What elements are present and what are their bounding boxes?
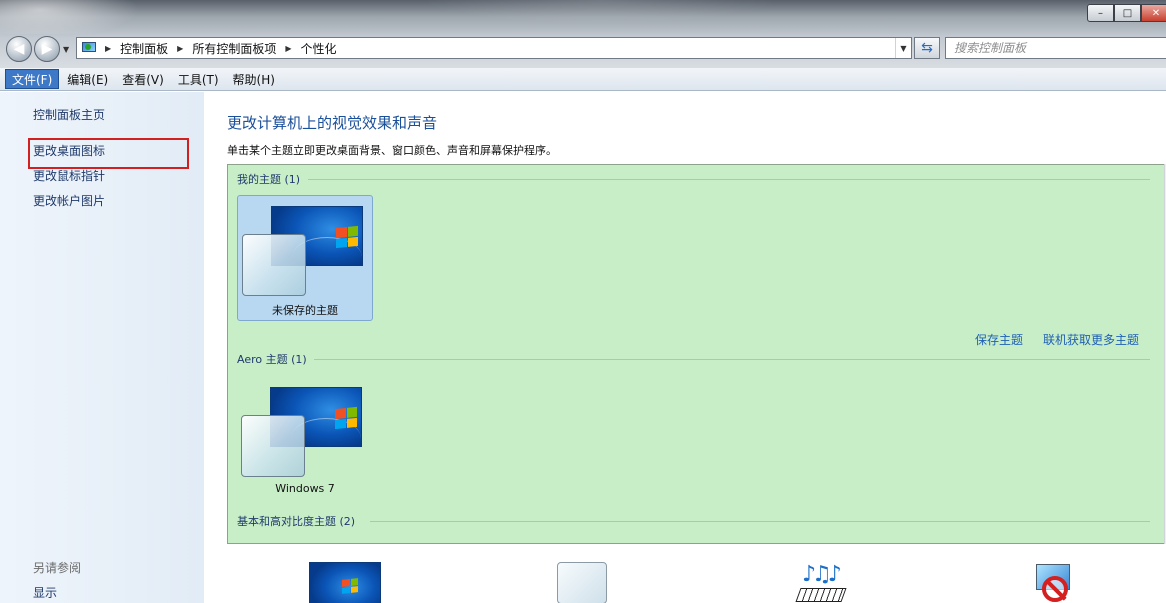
group-aero-themes[interactable]: Aero 主题 (1) bbox=[237, 351, 307, 367]
task-pane: 控制面板主页 更改桌面图标 更改鼠标指针 更改帐户图片 另请参阅 显示 bbox=[0, 92, 204, 603]
menu-help[interactable]: 帮助(H) bbox=[227, 69, 281, 89]
piano-keys-icon bbox=[795, 588, 847, 602]
menu-view[interactable]: 查看(V) bbox=[116, 69, 170, 89]
group-basic-high-contrast-themes[interactable]: 基本和高对比度主题 (2) bbox=[237, 513, 355, 529]
change-account-picture-link[interactable]: 更改帐户图片 bbox=[33, 192, 105, 209]
breadcrumb-all-items[interactable]: 所有控制面板项 bbox=[192, 40, 276, 57]
search-input[interactable] bbox=[954, 41, 1166, 55]
see-also-heading: 另请参阅 bbox=[33, 561, 82, 575]
music-notes-icon: ♪♫♪ bbox=[802, 562, 842, 587]
back-button[interactable]: ◀ bbox=[6, 36, 32, 62]
page-title: 更改计算机上的视觉效果和声音 bbox=[227, 114, 438, 132]
minimize-button[interactable]: – bbox=[1087, 4, 1114, 22]
theme-unsaved[interactable]: 未保存的主题 bbox=[237, 195, 373, 321]
windows-logo-icon bbox=[342, 578, 358, 594]
maximize-button[interactable]: □ bbox=[1114, 4, 1141, 22]
refresh-button[interactable]: ⇆ bbox=[914, 37, 940, 59]
windows-logo-icon bbox=[336, 225, 358, 249]
display-link[interactable]: 显示 bbox=[33, 584, 57, 601]
group-my-themes[interactable]: 我的主题 (1) bbox=[237, 171, 300, 187]
change-desktop-icons-link[interactable]: 更改桌面图标 bbox=[33, 142, 105, 159]
save-theme-link[interactable]: 保存主题 bbox=[975, 331, 1023, 348]
control-panel-icon bbox=[81, 41, 97, 55]
breadcrumb-separator-icon[interactable]: ▶ bbox=[285, 44, 291, 53]
window-color-thumbnail bbox=[241, 415, 305, 477]
window-color-thumbnail bbox=[242, 234, 306, 296]
sounds-icon[interactable]: ♪♫♪ bbox=[795, 562, 847, 603]
main-content: 更改计算机上的视觉效果和声音 单击某个主题立即更改桌面背景、窗口颜色、声音和屏幕… bbox=[204, 92, 1166, 603]
breadcrumb-separator-icon[interactable]: ▶ bbox=[177, 44, 183, 53]
recent-pages-dropdown-icon[interactable]: ▼ bbox=[63, 45, 69, 54]
theme-label: Windows 7 bbox=[275, 482, 335, 495]
no-entry-icon bbox=[1042, 576, 1068, 602]
breadcrumb-control-panel[interactable]: 控制面板 bbox=[120, 40, 168, 57]
control-panel-home-link[interactable]: 控制面板主页 bbox=[33, 106, 105, 123]
window-color-icon[interactable] bbox=[557, 562, 607, 603]
theme-windows-7[interactable]: Windows 7 bbox=[237, 377, 373, 503]
aero-glass-background bbox=[0, 0, 1166, 34]
close-button[interactable]: ✕ bbox=[1141, 4, 1166, 22]
group-divider bbox=[308, 179, 1150, 180]
breadcrumb-personalization[interactable]: 个性化 bbox=[301, 40, 337, 57]
page-description: 单击某个主题立即更改桌面背景、窗口颜色、声音和屏幕保护程序。 bbox=[227, 144, 557, 157]
menu-bar: 文件(F) 编辑(E) 查看(V) 工具(T) 帮助(H) bbox=[0, 68, 1166, 91]
get-more-themes-online-link[interactable]: 联机获取更多主题 bbox=[1043, 331, 1139, 348]
theme-label: 未保存的主题 bbox=[272, 304, 338, 317]
desktop-background-icon[interactable] bbox=[309, 562, 381, 603]
group-divider bbox=[314, 359, 1150, 360]
breadcrumb-separator-icon[interactable]: ▶ bbox=[105, 44, 111, 53]
forward-arrow-icon: ▶ bbox=[41, 41, 53, 57]
windows-logo-icon bbox=[335, 406, 357, 430]
address-bar[interactable]: ▶ 控制面板 ▶ 所有控制面板项 ▶ 个性化 ▼ bbox=[76, 37, 912, 59]
group-divider bbox=[370, 521, 1150, 522]
refresh-icon: ⇆ bbox=[921, 40, 933, 56]
change-mouse-pointers-link[interactable]: 更改鼠标指针 bbox=[33, 167, 105, 184]
menu-file[interactable]: 文件(F) bbox=[5, 69, 60, 89]
back-arrow-icon: ◀ bbox=[13, 41, 25, 57]
menu-edit[interactable]: 编辑(E) bbox=[61, 69, 114, 89]
forward-button[interactable]: ▶ bbox=[34, 36, 60, 62]
screen-saver-icon[interactable] bbox=[1032, 562, 1080, 603]
search-box[interactable] bbox=[945, 37, 1166, 59]
address-history-dropdown-icon[interactable]: ▼ bbox=[895, 38, 911, 58]
menu-tools[interactable]: 工具(T) bbox=[172, 69, 225, 89]
theme-gallery: 我的主题 (1) 未保存的主题 保存主题 联机获取更多主题 Aero 主题 (1… bbox=[227, 164, 1166, 544]
